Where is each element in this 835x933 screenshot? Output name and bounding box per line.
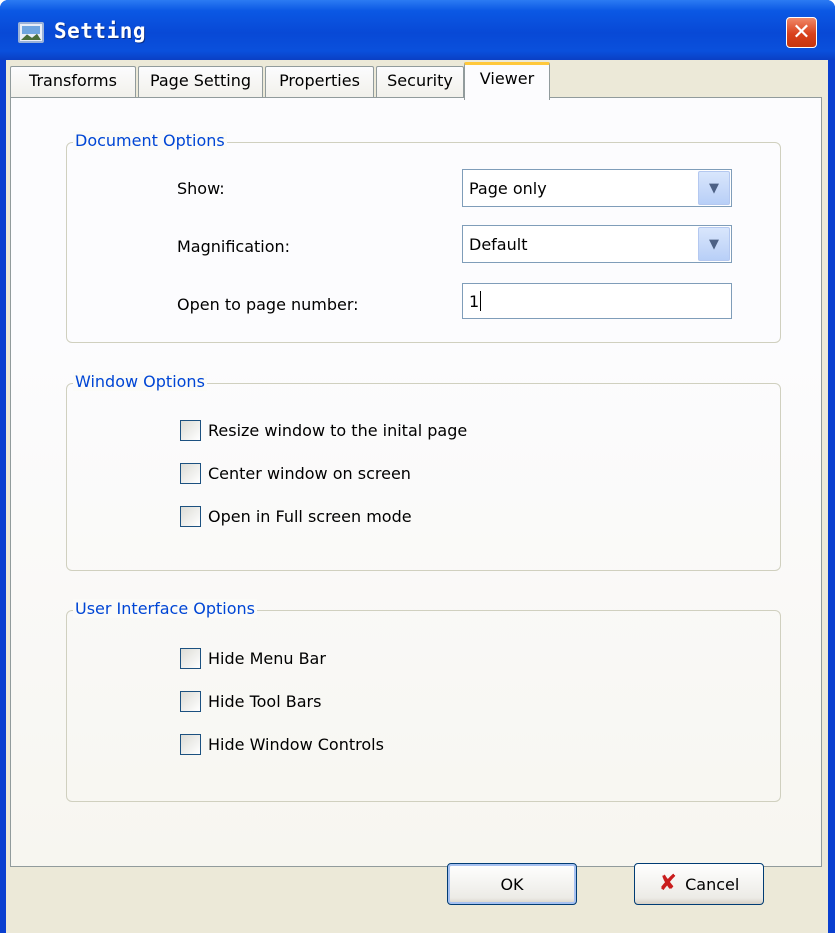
page-number-value: 1 — [469, 292, 480, 311]
ui-options-group: User Interface Options Hide Menu Bar Hid… — [66, 599, 781, 802]
ui-options-legend: User Interface Options — [73, 599, 258, 618]
tab-page-setting[interactable]: Page Setting — [138, 66, 263, 98]
close-icon: ✕ — [792, 19, 811, 45]
center-window-label: Center window on screen — [208, 464, 411, 483]
tab-viewer[interactable]: Viewer — [464, 62, 550, 100]
magnification-select-value: Default — [469, 235, 528, 254]
hide-menu-bar-checkbox[interactable]: Hide Menu Bar — [180, 648, 326, 669]
hide-tool-bars-label: Hide Tool Bars — [208, 692, 322, 711]
document-options-group: Document Options Show: Page only ▼ Magni… — [66, 131, 781, 343]
checkbox-box[interactable] — [180, 691, 201, 712]
hide-tool-bars-checkbox[interactable]: Hide Tool Bars — [180, 691, 321, 712]
page-number-label: Open to page number: — [177, 295, 359, 314]
checkbox-box[interactable] — [180, 420, 201, 441]
full-screen-checkbox[interactable]: Open in Full screen mode — [180, 506, 412, 527]
checkbox-box[interactable] — [180, 506, 201, 527]
document-options-legend: Document Options — [73, 131, 227, 150]
ok-button[interactable]: OK — [447, 863, 577, 905]
ok-label: OK — [500, 874, 524, 894]
resize-window-checkbox[interactable]: Resize window to the inital page — [180, 420, 467, 441]
chevron-down-icon[interactable]: ▼ — [698, 227, 730, 261]
cancel-button[interactable]: ✘ Cancel — [634, 863, 764, 905]
x-icon: ✘ — [658, 871, 678, 896]
dialog-client-area: Transforms Page Setting Properties Secur… — [6, 60, 828, 933]
magnification-label: Magnification: — [177, 237, 291, 256]
chevron-down-icon[interactable]: ▼ — [698, 171, 730, 205]
window-options-legend: Window Options — [73, 372, 207, 391]
tab-transforms[interactable]: Transforms — [10, 66, 136, 98]
picture-icon — [18, 22, 44, 43]
center-window-checkbox[interactable]: Center window on screen — [180, 463, 411, 484]
show-select[interactable]: Page only ▼ — [462, 169, 732, 207]
magnification-select[interactable]: Default ▼ — [462, 225, 732, 263]
checkbox-box[interactable] — [180, 648, 201, 669]
window-title: Setting — [54, 19, 147, 43]
hide-window-controls-label: Hide Window Controls — [208, 735, 384, 754]
full-screen-label: Open in Full screen mode — [208, 507, 412, 526]
checkbox-box[interactable] — [180, 734, 201, 755]
page-number-input[interactable]: 1 — [462, 283, 732, 319]
hide-window-controls-checkbox[interactable]: Hide Window Controls — [180, 734, 384, 755]
close-button[interactable]: ✕ — [786, 17, 817, 48]
text-caret — [480, 291, 481, 311]
tab-security[interactable]: Security — [376, 66, 464, 98]
tab-properties[interactable]: Properties — [265, 66, 374, 98]
hide-menu-bar-label: Hide Menu Bar — [208, 649, 326, 668]
show-select-value: Page only — [469, 179, 547, 198]
show-label: Show: — [177, 179, 225, 198]
dialog-window: Setting ✕ Transforms Page Setting Proper… — [0, 0, 835, 933]
window-options-group: Window Options Resize window to the init… — [66, 372, 781, 571]
cancel-label: Cancel — [685, 874, 740, 894]
resize-window-label: Resize window to the inital page — [208, 421, 468, 440]
title-bar[interactable]: Setting ✕ — [0, 0, 835, 60]
viewer-tab-panel: Document Options Show: Page only ▼ Magni… — [10, 97, 822, 867]
checkbox-box[interactable] — [180, 463, 201, 484]
